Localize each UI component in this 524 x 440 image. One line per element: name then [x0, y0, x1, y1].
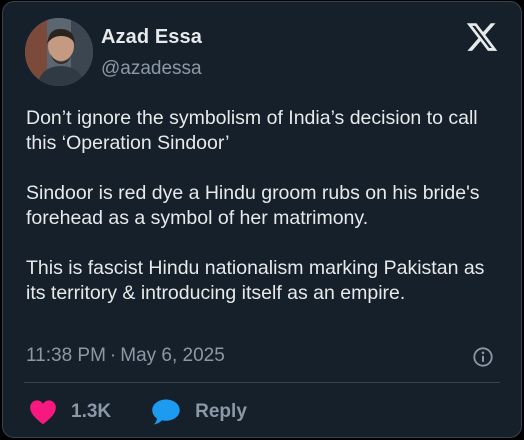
tweet-date: May 6, 2025 [120, 345, 225, 366]
like-button[interactable]: 1.3K [29, 399, 111, 425]
reply-button[interactable]: Reply [151, 398, 247, 426]
heart-icon [30, 400, 56, 425]
meta-separator: · [109, 345, 117, 366]
tweet-paragraph: This is fascist Hindu nationalism markin… [26, 257, 485, 304]
reply-label: Reply [195, 401, 247, 422]
author-handle[interactable]: @azadessa [101, 58, 202, 80]
divider [24, 382, 500, 383]
avatar[interactable] [25, 18, 93, 86]
avatar-photo [25, 18, 93, 86]
x-logo-icon[interactable] [465, 20, 499, 54]
author-name[interactable]: Azad Essa [101, 26, 202, 49]
tweet-text: Don’t ignore the symbolism of India’s de… [26, 106, 506, 331]
tweet-timestamp[interactable]: 11:38 PM · May 6, 2025 [26, 345, 225, 367]
info-icon[interactable] [472, 346, 494, 368]
like-count: 1.3K [71, 401, 112, 422]
tweet-card: Azad Essa @azadessa Don’t ignore the sym… [2, 1, 522, 438]
tweet-paragraph: Don’t ignore the symbolism of India’s de… [26, 107, 478, 154]
tweet-time: 11:38 PM [26, 345, 106, 366]
action-bar: 1.3K Reply [29, 398, 247, 426]
tweet-paragraph: Sindoor is red dye a Hindu groom rubs on… [26, 182, 480, 229]
speech-bubble-icon [152, 399, 180, 425]
